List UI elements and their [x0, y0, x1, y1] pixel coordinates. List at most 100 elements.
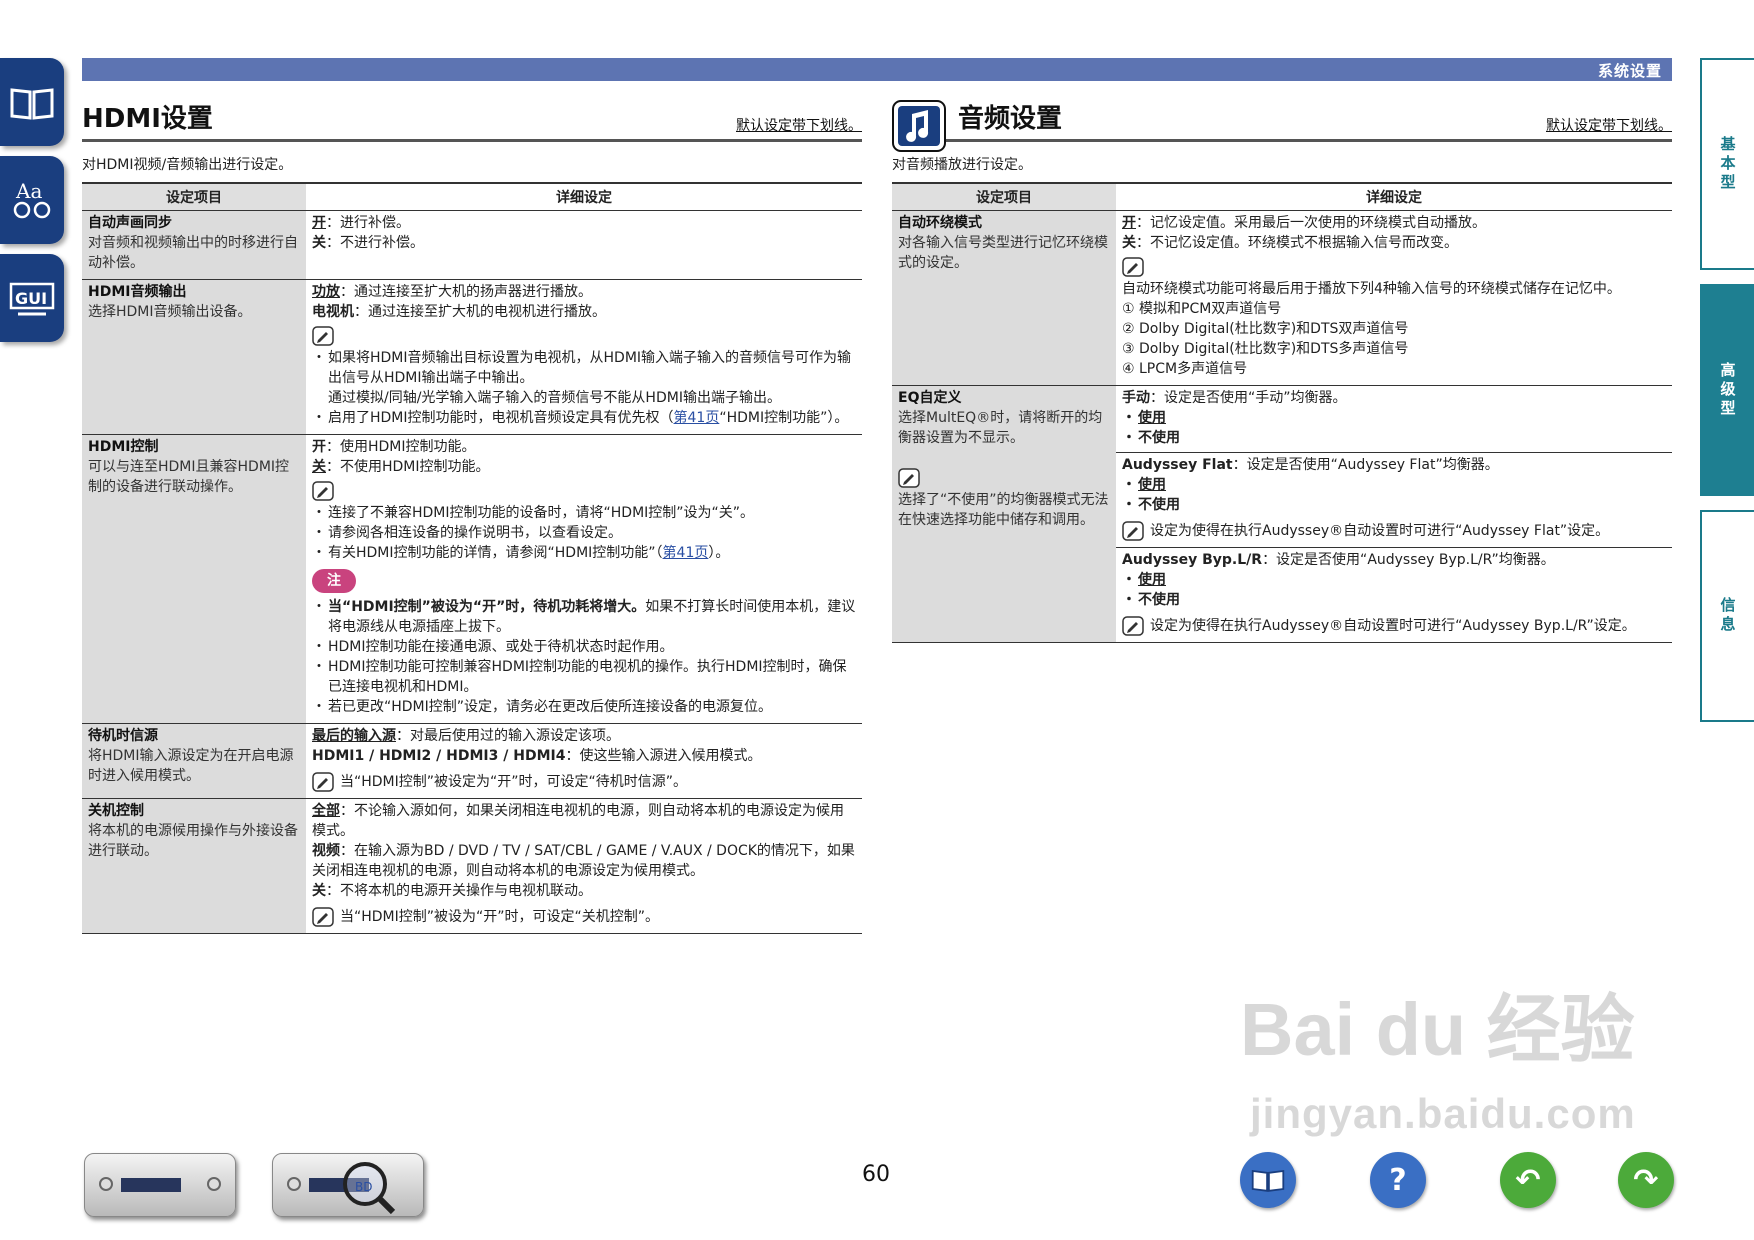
item-desc: 选择HDMI音频输出设备。: [88, 303, 252, 320]
tab-info[interactable]: 信息: [1700, 510, 1754, 722]
hdmi-settings-table: 设定项目 详细设定 自动声画同步 对音频和视频输出中的时移进行自动补偿。 开：进…: [82, 182, 862, 934]
contents-button[interactable]: [1240, 1152, 1296, 1208]
section-description: 对HDMI视频/音频输出进行设定。: [82, 157, 293, 173]
text-aa-icon: Aa: [13, 179, 51, 219]
question-icon: ?: [1389, 1162, 1407, 1198]
memo: 当“HDMI控制”被设定为“开”时，可设定“待机时信源”。: [312, 771, 856, 792]
front-panel-button[interactable]: [84, 1153, 236, 1217]
contents-tab[interactable]: [0, 58, 64, 146]
option-byp: Audyssey Byp.L/R：设定是否使用“Audyssey Byp.L/R…: [1122, 551, 1555, 568]
memo-pencil-icon: [312, 325, 334, 346]
memo-pencil-icon: [312, 906, 334, 927]
magnifier-icon: BD: [343, 1162, 396, 1215]
tab-advanced-label: 高级型: [1718, 361, 1737, 419]
banner-label: 系统设置: [1597, 62, 1662, 80]
item-name: 自动声画同步: [88, 214, 172, 231]
list-item: HDMI控制功能可控制兼容HDMI控制功能的电视机的操作。执行HDMI控制时，确…: [312, 657, 856, 697]
table-row: HDMI音频输出 选择HDMI音频输出设备。 功放：通过连接至扩大机的扬声器进行…: [82, 279, 862, 435]
col-header-detail: 详细设定: [306, 182, 862, 211]
option-off: 关：不记忆设定值。环绕模式不根据输入信号而改变。: [1122, 234, 1458, 251]
eq-flat-block: Audyssey Flat：设定是否使用“Audyssey Flat”均衡器。 …: [1116, 451, 1672, 545]
list-item: 当“HDMI控制”被设为“开”时，待机功耗将增大。如果不打算长时间使用本机，建议…: [312, 597, 856, 637]
back-button[interactable]: ↶: [1500, 1152, 1556, 1208]
help-button[interactable]: ?: [1370, 1152, 1426, 1208]
page-title: HDMI设置: [82, 104, 213, 134]
default-underline-note: 默认设定带下划线。: [736, 118, 862, 134]
memo: 当“HDMI控制”被设为“开”时，可设定“关机控制”。: [312, 906, 856, 927]
back-arrow-icon: ↶: [1515, 1162, 1541, 1198]
page-link[interactable]: 第41页: [674, 410, 720, 426]
list-item: 若已更改“HDMI控制”设定，请务必在更改后使所连接设备的电源复位。: [312, 697, 856, 717]
list-item: 启用了HDMI控制功能时，电视机音频设定具有优先权（第41页“HDMI控制功能”…: [312, 408, 856, 428]
item-desc: 将HDMI输入源设定为在开启电源时进入候用模式。: [88, 747, 294, 784]
list-item: 有关HDMI控制功能的详情，请参阅“HDMI控制功能”（第41页）。: [312, 543, 856, 563]
page-number: 60: [862, 1162, 890, 1187]
table-row: 待机时信源 将HDMI输入源设定为在开启电源时进入候用模式。 最后的输入源：对最…: [82, 723, 862, 799]
memo-pencil-icon: [312, 771, 334, 792]
display-icon: [121, 1178, 181, 1192]
item-name: 待机时信源: [88, 727, 158, 744]
table-row: EQ自定义 选择MultEQ®时，请将断开的均衡器设置为不显示。 选择了“不使用…: [892, 385, 1672, 643]
item-name: HDMI音频输出: [88, 283, 187, 300]
option-flat: Audyssey Flat：设定是否使用“Audyssey Flat”均衡器。: [1122, 456, 1499, 473]
memo-list: 连接了不兼容HDMI控制功能的设备时，请将“HDMI控制”设为“关”。 请参阅各…: [312, 503, 856, 563]
index-tab[interactable]: Aa: [0, 156, 64, 244]
memo-pencil-icon: [312, 480, 334, 501]
audio-note-icon: [892, 100, 946, 152]
item-desc: 对音频和视频输出中的时移进行自动补偿。: [88, 234, 298, 271]
knob-icon: [99, 1177, 113, 1191]
forward-button[interactable]: ↷: [1618, 1152, 1674, 1208]
option-amp: 功放：通过连接至扩大机的扬声器进行播放。: [312, 283, 592, 300]
table-row: HDMI控制 可以与连至HDMI且兼容HDMI控制的设备进行联动操作。 开：使用…: [82, 434, 862, 724]
option-off: 关：不使用HDMI控制功能。: [312, 458, 490, 475]
item-name: EQ自定义: [898, 389, 962, 406]
option-video: 视频：在输入源为BD / DVD / TV / SAT/CBL / GAME /…: [312, 842, 855, 879]
baidu-watermark: Bai du 经验 jingyan.baidu.com: [1240, 988, 1636, 1137]
tab-advanced[interactable]: 高级型: [1700, 284, 1754, 496]
signal-item: ③ Dolby Digital(杜比数字)和DTS多声道信号: [1122, 340, 1409, 357]
table-row: 自动声画同步 对音频和视频输出中的时移进行自动补偿。 开：进行补偿。 关：不进行…: [82, 210, 862, 280]
item-desc: 对各输入信号类型进行记忆环绕模式的设定。: [898, 234, 1108, 271]
memo-pencil-icon: [1122, 615, 1144, 636]
svg-text:Aa: Aa: [15, 179, 42, 203]
option-use: 使用: [1122, 570, 1666, 590]
item-name: 关机控制: [88, 802, 144, 819]
tab-info-label: 信息: [1718, 597, 1737, 635]
option-last: 最后的输入源：对最后使用过的输入源设定该项。: [312, 727, 620, 744]
option-not-use: 不使用: [1122, 590, 1666, 610]
note-badge: 注: [312, 568, 356, 593]
list-item: HDMI控制功能在接通电源、或处于待机状态时起作用。: [312, 637, 856, 657]
book-icon: [10, 88, 54, 120]
audio-header: 音频设置 默认设定带下划线。: [892, 98, 1672, 152]
option-on: 开：进行补偿。: [312, 214, 410, 231]
option-on: 开：记忆设定值。采用最后一次使用的环绕模式自动播放。: [1122, 214, 1486, 231]
audio-settings-table: 设定项目 详细设定 自动环绕模式 对各输入信号类型进行记忆环绕模式的设定。 开：…: [892, 182, 1672, 643]
option-use: 使用: [1122, 408, 1666, 428]
memo-text: 自动环绕模式功能可将最后用于播放下列4种输入信号的环绕模式储存在记忆中。: [1122, 280, 1621, 297]
memo-pencil-icon: [1122, 520, 1144, 541]
item-memo: 选择了“不使用”的均衡器模式无法在快速选择功能中储存和调用。: [898, 491, 1109, 528]
section-description: 对音频播放进行设定。: [892, 157, 1032, 173]
book-icon: [1251, 1169, 1285, 1192]
col-header-item: 设定项目: [82, 182, 306, 211]
signal-item: ① 模拟和PCM双声道信号: [1122, 300, 1282, 317]
hdmi-header: HDMI设置 默认设定带下划线。: [82, 98, 862, 142]
item-desc: 将本机的电源候用操作与外接设备进行联动。: [88, 822, 298, 859]
option-not-use: 不使用: [1122, 495, 1666, 515]
page-title: 音频设置: [958, 104, 1063, 134]
option-off: 关：不将本机的电源开关操作与电视机联动。: [312, 882, 592, 899]
page-link[interactable]: 第41页: [663, 545, 709, 561]
option-tv: 电视机：通过连接至扩大机的电视机进行播放。: [312, 303, 606, 320]
option-use: 使用: [1122, 475, 1666, 495]
table-row: 关机控制 将本机的电源候用操作与外接设备进行联动。 全部：不论输入源如何，如果关…: [82, 798, 862, 934]
tab-basic[interactable]: 基本型: [1700, 58, 1754, 270]
forward-arrow-icon: ↷: [1633, 1162, 1659, 1198]
option-hdmi: HDMI1 / HDMI2 / HDMI3 / HDMI4：使这些输入源进入候用…: [312, 747, 762, 764]
option-all: 全部：不论输入源如何，如果关闭相连电视机的电源，则自动将本机的电源设定为候用模式…: [312, 802, 844, 839]
display-button[interactable]: BD: [272, 1153, 424, 1217]
gui-tab[interactable]: GUI: [0, 254, 64, 342]
option-manual: 手动：设定是否使用“手动”均衡器。: [1122, 389, 1347, 406]
item-name: 自动环绕模式: [898, 214, 982, 231]
option-off: 关：不进行补偿。: [312, 234, 424, 251]
knob-icon: [207, 1177, 221, 1191]
